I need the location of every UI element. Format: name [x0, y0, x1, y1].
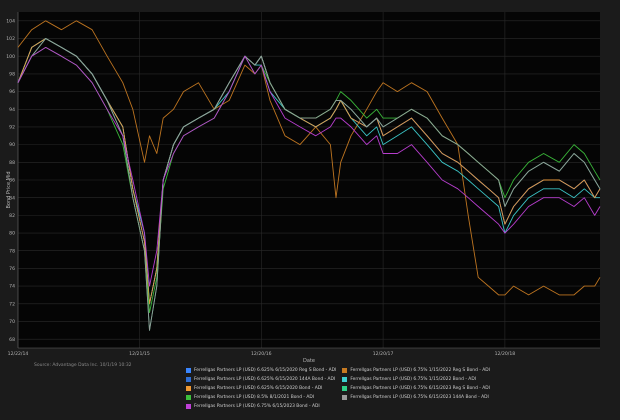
legend-swatch	[342, 368, 348, 373]
x-tick-label: 12/20/18	[495, 351, 516, 357]
legend-swatch	[186, 395, 191, 400]
y-tick-label: 88	[9, 160, 15, 166]
y-tick-label: 90	[9, 142, 15, 148]
y-tick-label: 94	[9, 107, 15, 113]
y-axis-label: Bond Price Mid	[6, 171, 12, 208]
x-tick-label: 12/21/15	[129, 351, 150, 357]
legend-swatch	[342, 377, 348, 382]
legend-label: Ferrellgas Partners LP (USD) 6.625% 6/15…	[194, 377, 336, 382]
legend-swatch	[186, 404, 191, 409]
y-tick-label: 102	[6, 36, 15, 42]
y-tick-label: 100	[6, 54, 15, 60]
y-tick-label: 98	[9, 71, 15, 77]
y-tick-label: 74	[9, 284, 15, 290]
legend-item[interactable]: Ferrellgas Partners LP (USD) 8.5% 8/1/20…	[186, 395, 336, 400]
legend-swatch	[186, 386, 191, 391]
y-tick-label: 80	[9, 231, 15, 237]
legend-label: Ferrellgas Partners LP (USD) 6.625% 6/15…	[194, 368, 337, 373]
x-tick-label: 12/20/17	[373, 351, 394, 357]
y-tick-label: 104	[6, 18, 15, 24]
legend-label: Ferrellgas Partners LP (USD) 6.75% 1/15/…	[350, 368, 490, 373]
legend-item[interactable]: Ferrellgas Partners LP (USD) 6.75% 6/15/…	[342, 386, 490, 391]
legend-label: Ferrellgas Partners LP (USD) 6.75% 1/15/…	[350, 377, 476, 382]
y-tick-label: 78	[9, 248, 15, 254]
source-note: Source: Advantage Data Inc. 10/1/19 10:3…	[34, 363, 132, 368]
legend-swatch	[186, 377, 191, 382]
y-tick-label: 96	[9, 89, 15, 95]
y-tick-label: 70	[9, 319, 15, 325]
legend-item[interactable]: Ferrellgas Partners LP (USD) 6.625% 6/15…	[186, 368, 336, 373]
legend-item[interactable]: Ferrellgas Partners LP (USD) 6.625% 6/15…	[186, 377, 336, 382]
legend-label: Ferrellgas Partners LP (USD) 6.75% 6/15/…	[194, 404, 320, 409]
legend-label: Ferrellgas Partners LP (USD) 6.75% 6/15/…	[350, 386, 490, 391]
legend-item[interactable]: Ferrellgas Partners LP (USD) 6.625% 6/15…	[186, 386, 336, 391]
y-tick-label: 92	[9, 125, 15, 131]
legend-swatch	[342, 386, 348, 391]
legend-label: Ferrellgas Partners LP (USD) 6.625% 6/15…	[194, 386, 323, 391]
y-tick-label: 76	[9, 266, 15, 272]
legend-swatch	[342, 395, 348, 400]
y-tick-label: 72	[9, 301, 15, 307]
legend-item[interactable]: Ferrellgas Partners LP (USD) 6.75% 6/15/…	[342, 395, 490, 400]
chart-legend: Ferrellgas Partners LP (USD) 6.625% 6/15…	[186, 368, 490, 409]
legend-item[interactable]: Ferrellgas Partners LP (USD) 6.75% 1/15/…	[342, 377, 490, 382]
x-axis-label: Date	[303, 358, 315, 364]
legend-item[interactable]: Ferrellgas Partners LP (USD) 6.75% 6/15/…	[186, 404, 336, 409]
y-tick-label: 68	[9, 337, 15, 343]
legend-swatch	[186, 368, 191, 373]
y-tick-label: 82	[9, 213, 15, 219]
legend-label: Ferrellgas Partners LP (USD) 6.75% 6/15/…	[350, 395, 489, 400]
x-tick-label: 12/22/14	[8, 351, 29, 357]
bond-price-chart: 6870727476788082848688909294969810010210…	[6, 12, 601, 364]
legend-item[interactable]: Ferrellgas Partners LP (USD) 6.75% 1/15/…	[342, 368, 490, 373]
legend-label: Ferrellgas Partners LP (USD) 8.5% 8/1/20…	[194, 395, 315, 400]
x-tick-label: 12/20/16	[251, 351, 272, 357]
